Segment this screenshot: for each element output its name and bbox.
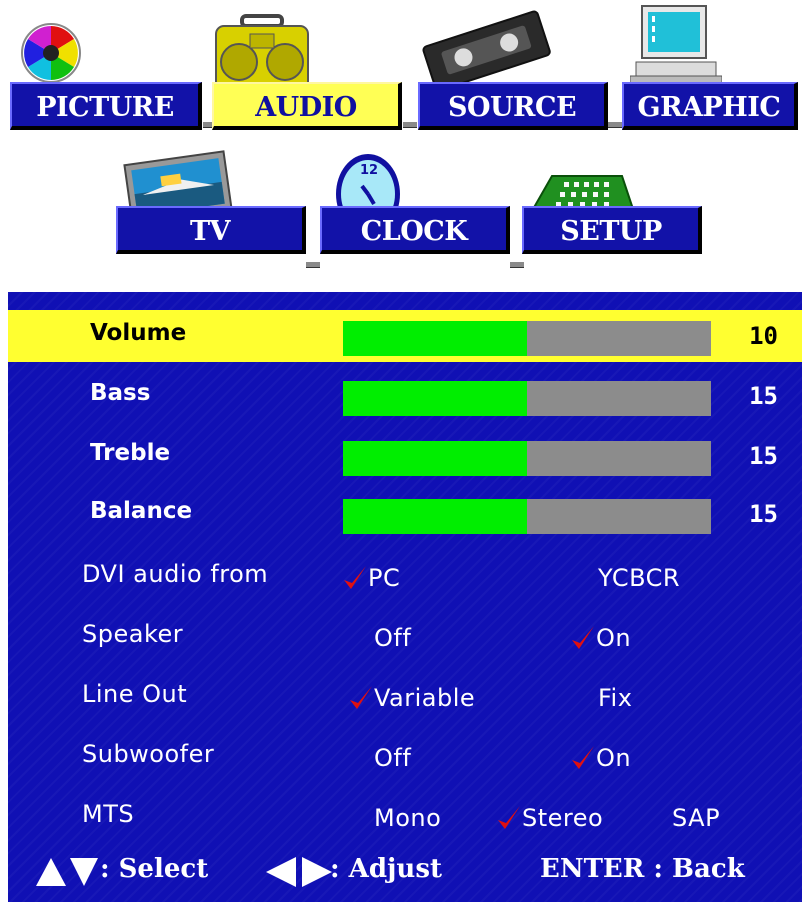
volume-row[interactable]: Volume 10: [8, 310, 802, 362]
mts-option-sap[interactable]: SAP: [672, 804, 720, 832]
checkmark-icon: [572, 746, 594, 769]
line-out-row: Line Out Variable Fix: [8, 670, 802, 722]
speaker-option-on[interactable]: On: [596, 624, 631, 652]
arrow-down-icon: [70, 858, 98, 886]
arrow-right-icon: [302, 857, 332, 887]
checkmark-icon: [350, 686, 372, 709]
balance-label: Balance: [90, 498, 193, 524]
arrow-left-icon: [266, 857, 296, 887]
color-wheel-icon: [20, 22, 82, 84]
arrow-up-icon: [36, 858, 66, 886]
speaker-option-off[interactable]: Off: [374, 624, 411, 652]
bass-label: Bass: [90, 380, 151, 406]
mts-row: MTS Mono Stereo SAP: [8, 790, 802, 842]
tab-graphic-label: GRAPHIC: [637, 92, 781, 123]
tab-clock[interactable]: CLOCK: [320, 206, 510, 254]
subwoofer-option-on[interactable]: On: [596, 744, 631, 772]
mts-label: MTS: [82, 800, 135, 828]
vhs-tape-icon: [418, 10, 554, 92]
bass-value: 15: [749, 382, 778, 410]
checkmark-icon: [344, 566, 366, 589]
subwoofer-option-off[interactable]: Off: [374, 744, 411, 772]
balance-slider-fill: [343, 499, 527, 534]
tab-tv-label: TV: [189, 216, 231, 247]
footer-hints: : Select : Adjust ENTER : Back: [8, 840, 802, 900]
bass-slider-fill: [343, 381, 527, 416]
footer-back-hint: ENTER : Back: [540, 854, 745, 884]
tab-clock-label: CLOCK: [360, 216, 468, 247]
tab-setup-label: SETUP: [560, 216, 662, 247]
tab-connector: [306, 262, 320, 268]
subwoofer-row: Subwoofer Off On: [8, 730, 802, 782]
tab-audio-label: AUDIO: [255, 92, 357, 123]
dvi-audio-label: DVI audio from: [82, 560, 269, 588]
tab-source[interactable]: SOURCE: [418, 82, 608, 130]
treble-slider[interactable]: [343, 441, 711, 476]
speaker-row: Speaker Off On: [8, 610, 802, 662]
mts-option-stereo[interactable]: Stereo: [522, 804, 603, 832]
footer-select-hint: : Select: [100, 854, 209, 884]
treble-label: Treble: [90, 440, 171, 466]
treble-slider-fill: [343, 441, 527, 476]
clock-number-12: 12: [360, 163, 378, 178]
volume-value: 10: [749, 322, 778, 350]
volume-slider[interactable]: [343, 321, 711, 356]
tab-source-label: SOURCE: [447, 92, 577, 123]
bass-row[interactable]: Bass 15: [8, 370, 802, 422]
computer-icon: [629, 4, 723, 88]
subwoofer-label: Subwoofer: [82, 740, 215, 768]
treble-row[interactable]: Treble 15: [8, 430, 802, 482]
tab-connector: [608, 122, 622, 128]
audio-settings-panel: Volume 10 Bass 15 Treble 15 Balance 15 D…: [8, 292, 802, 902]
tab-graphic[interactable]: GRAPHIC: [622, 82, 798, 130]
speaker-label: Speaker: [82, 620, 184, 648]
tab-audio[interactable]: AUDIO: [212, 82, 402, 130]
tab-connector: [510, 262, 524, 268]
checkmark-icon: [572, 626, 594, 649]
balance-row[interactable]: Balance 15: [8, 488, 802, 540]
tab-setup[interactable]: SETUP: [522, 206, 702, 254]
line-out-option-variable[interactable]: Variable: [374, 684, 475, 712]
mts-option-mono[interactable]: Mono: [374, 804, 441, 832]
tab-tv[interactable]: TV: [116, 206, 306, 254]
volume-label: Volume: [90, 320, 187, 346]
balance-value: 15: [749, 500, 778, 528]
dvi-audio-row: DVI audio from PC YCBCR: [8, 550, 802, 602]
tab-picture-label: PICTURE: [36, 92, 174, 123]
checkmark-icon: [498, 806, 520, 829]
bass-slider[interactable]: [343, 381, 711, 416]
dvi-audio-option-ycbcr[interactable]: YCBCR: [598, 564, 680, 592]
tab-picture[interactable]: PICTURE: [10, 82, 202, 130]
footer-adjust-hint: : Adjust: [330, 854, 442, 884]
line-out-label: Line Out: [82, 680, 188, 708]
treble-value: 15: [749, 442, 778, 470]
dvi-audio-option-pc[interactable]: PC: [368, 564, 400, 592]
tab-connector: [403, 122, 417, 128]
line-out-option-fix[interactable]: Fix: [598, 684, 632, 712]
balance-slider[interactable]: [343, 499, 711, 534]
volume-slider-fill: [343, 321, 527, 356]
